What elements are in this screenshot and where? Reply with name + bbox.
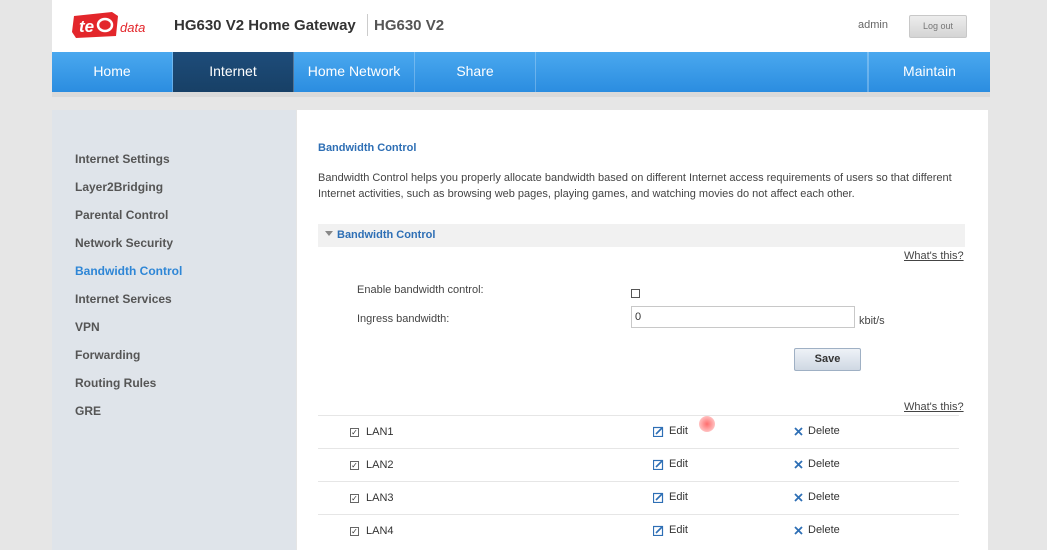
edit-button[interactable]: Edit [653,425,688,437]
top-header: te data HG630 V2 Home Gateway HG630 V2 a… [52,0,990,52]
delete-button[interactable]: Delete [794,458,840,470]
delete-x-icon [794,525,803,535]
sidebar-item-forwarding[interactable]: Forwarding [75,348,140,362]
delete-label: Delete [808,425,840,437]
section-title: Bandwidth Control [337,229,436,241]
tab-maintain[interactable]: Maintain [868,52,990,92]
sidebar-item-vpn[interactable]: VPN [75,320,100,334]
ingress-bandwidth-label: Ingress bandwidth: [357,313,450,325]
edit-button[interactable]: Edit [653,458,688,470]
sidebar-item-internet-settings[interactable]: Internet Settings [75,152,170,166]
edit-icon [653,426,664,437]
lan-name: LAN2 [366,459,394,471]
lan2-checkbox[interactable]: ✓ [350,461,359,470]
cursor-highlight [699,416,715,432]
edit-label: Edit [669,425,688,437]
router-page: te data HG630 V2 Home Gateway HG630 V2 a… [52,0,990,550]
sidebar-item-gre[interactable]: GRE [75,404,101,418]
lan-name: LAN1 [366,426,394,438]
edit-label: Edit [669,491,688,503]
whats-this-link-settings[interactable]: What's this? [904,250,964,262]
delete-label: Delete [808,458,840,470]
delete-label: Delete [808,491,840,503]
app-title: HG630 V2 Home Gateway [174,17,356,34]
ingress-bandwidth-input[interactable]: 0 [631,306,855,328]
delete-x-icon [794,426,803,436]
te-data-logo: te data [72,10,156,40]
tab-internet[interactable]: Internet [173,52,294,92]
main-nav: Home Internet Home Network Share Maintai… [52,52,990,97]
svg-text:te: te [79,17,94,36]
enable-bandwidth-label: Enable bandwidth control: [357,284,484,296]
table-row: ✓ LAN1 Edit Delete [318,415,959,448]
content-panel: Bandwidth Control Bandwidth Control help… [296,110,988,550]
edit-button[interactable]: Edit [653,524,688,536]
tab-home-network[interactable]: Home Network [294,52,415,92]
edit-button[interactable]: Edit [653,491,688,503]
lan-name: LAN3 [366,492,394,504]
edit-icon [653,459,664,470]
nav-spacer [536,52,868,92]
save-button[interactable]: Save [794,348,861,371]
table-row: ✓ LAN3 Edit Delete [318,481,959,514]
table-row: ✓ LAN4 Edit Delete [318,514,959,547]
delete-x-icon [794,492,803,502]
table-row: ✓ LAN2 Edit Delete [318,448,959,481]
whats-this-link-lan[interactable]: What's this? [904,401,964,413]
delete-button[interactable]: Delete [794,425,840,437]
lan1-checkbox[interactable]: ✓ [350,428,359,437]
sidebar-item-layer2bridging[interactable]: Layer2Bridging [75,180,163,194]
delete-button[interactable]: Delete [794,524,840,536]
delete-button[interactable]: Delete [794,491,840,503]
sidebar: Internet Settings Layer2Bridging Parenta… [52,110,296,550]
delete-x-icon [794,459,803,469]
edit-label: Edit [669,524,688,536]
sidebar-item-network-security[interactable]: Network Security [75,236,173,250]
enable-bandwidth-checkbox[interactable] [631,289,640,298]
sidebar-item-bandwidth-control[interactable]: Bandwidth Control [75,264,182,278]
edit-icon [653,525,664,536]
sidebar-item-parental-control[interactable]: Parental Control [75,208,168,222]
page-title: Bandwidth Control [318,142,417,154]
edit-label: Edit [669,458,688,470]
logout-button[interactable]: Log out [909,15,967,38]
username: admin [858,19,888,31]
lan3-checkbox[interactable]: ✓ [350,494,359,503]
edit-icon [653,492,664,503]
tab-home[interactable]: Home [52,52,173,92]
sidebar-item-internet-services[interactable]: Internet Services [75,292,172,306]
delete-label: Delete [808,524,840,536]
collapse-arrow-icon [325,231,333,236]
sidebar-item-routing-rules[interactable]: Routing Rules [75,376,156,390]
lan4-checkbox[interactable]: ✓ [350,527,359,536]
tab-share[interactable]: Share [415,52,536,92]
svg-text:data: data [120,20,145,35]
title-divider [367,14,368,36]
section-header[interactable]: Bandwidth Control [318,224,965,247]
model-name: HG630 V2 [374,17,445,34]
page-description: Bandwidth Control helps you properly all… [318,172,952,200]
lan-name: LAN4 [366,525,394,537]
ingress-unit: kbit/s [859,315,885,327]
